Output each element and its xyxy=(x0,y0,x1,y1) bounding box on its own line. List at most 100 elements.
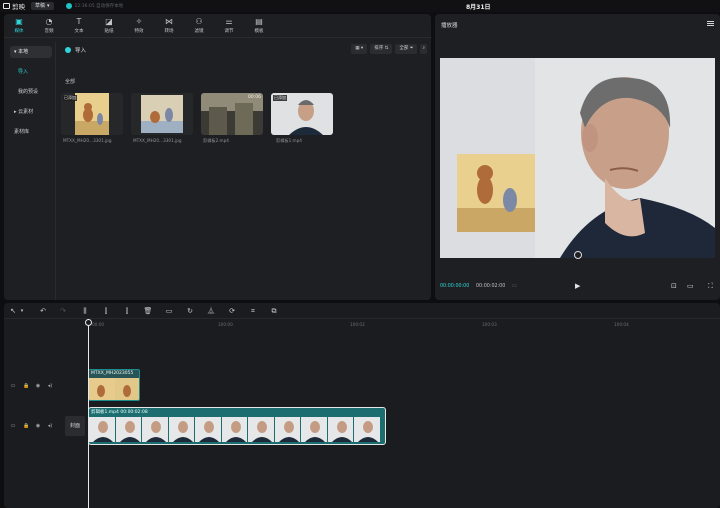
tab-effects[interactable]: ✧ 特效 xyxy=(124,14,154,38)
ratio-icon[interactable]: ▭ xyxy=(687,282,694,290)
sidebar-item-local[interactable]: ▾ 本地 xyxy=(10,46,52,58)
media-toolbar: ▦ ▾ 排序 ⇅ 全部 ⏷ ⌕ xyxy=(351,44,427,54)
tab-sticker-label: 贴纸 xyxy=(104,29,114,34)
tab-media[interactable]: ▣ 媒体 xyxy=(4,14,34,38)
ruler-tick: 00:00 xyxy=(92,322,105,327)
sidebar-item-import[interactable]: 导入 xyxy=(10,66,52,78)
media-item-name: 剪辑板2.mp4 xyxy=(203,138,229,143)
sidebar-item-presets[interactable]: 我的预设 xyxy=(10,86,52,98)
screenshot-icon[interactable]: ⧉ xyxy=(269,306,279,316)
cover-button[interactable]: 封面 xyxy=(65,416,85,436)
lock-icon[interactable]: 🔒 xyxy=(23,383,29,389)
sort-button[interactable]: 排序 ⇅ xyxy=(370,44,393,54)
reverse-icon[interactable]: ↻ xyxy=(185,306,195,316)
media-item[interactable]: 已添加 xyxy=(271,93,333,135)
mirror-icon[interactable]: ⏅ xyxy=(206,306,216,316)
video-clip[interactable]: 剪辑板1.mp4 00:00:02:08 xyxy=(88,407,386,445)
tab-audio[interactable]: ◔ 音频 xyxy=(34,14,64,38)
transition-icon: ⋈ xyxy=(165,17,173,26)
capcut-logo-icon xyxy=(3,3,10,9)
ruler-tick: 100:02 xyxy=(350,322,365,327)
filter-button[interactable]: 全部 ⏷ xyxy=(395,44,418,54)
track-toggle-icon[interactable]: ▭ xyxy=(10,423,16,429)
total-time: 00:00:02:00 xyxy=(476,284,506,289)
tab-audio-label: 音频 xyxy=(44,29,54,34)
tab-adjust[interactable]: ⚌ 调节 xyxy=(214,14,244,38)
media-item[interactable]: 00:06 xyxy=(201,93,263,135)
filter-label: 全部 xyxy=(399,46,409,51)
tab-text[interactable]: T 文本 xyxy=(64,14,94,38)
lock-icon[interactable]: 🔒 xyxy=(23,423,29,429)
media-item[interactable] xyxy=(131,93,193,135)
tab-template-label: 模板 xyxy=(254,29,264,34)
delete-icon[interactable]: 🗑 xyxy=(143,306,153,316)
save-status: 12:36:05 自动保存本地 xyxy=(65,3,124,9)
eye-icon[interactable]: ◉ xyxy=(35,383,41,389)
tab-filter[interactable]: ⚇ 滤镜 xyxy=(184,14,214,38)
mute-icon[interactable]: ◂) xyxy=(47,423,53,429)
image-clip[interactable]: MTXX_MH2023055 xyxy=(88,369,140,401)
tab-transition[interactable]: ⋈ 转场 xyxy=(154,14,184,38)
film-frame xyxy=(274,417,301,442)
template-icon: ▤ xyxy=(255,17,263,26)
ruler-tick: 100:03 xyxy=(482,322,497,327)
sort-icon: ⇅ xyxy=(384,46,389,51)
media-item[interactable]: 已添加 xyxy=(61,93,123,135)
redo-icon[interactable]: ↷ xyxy=(58,306,68,316)
player-title: 播放器 xyxy=(441,23,458,29)
timeline-mode-icon[interactable]: ▭ xyxy=(512,284,517,289)
freeze-frame-icon[interactable]: ▭ xyxy=(164,306,174,316)
sidebar-item-cloud[interactable]: ▸ 云素材 xyxy=(10,106,52,118)
split-right-icon[interactable]: ⫿ xyxy=(122,306,132,316)
search-icon: ⌕ xyxy=(422,46,425,51)
track-toggle-icon[interactable]: ▭ xyxy=(10,383,16,389)
time-ruler[interactable]: 00:00 100:00 100:02 100:03 100:04 xyxy=(4,319,720,329)
sidebar-item-library[interactable]: 素材库 xyxy=(10,126,52,138)
project-date-title: 8月31日 xyxy=(466,4,491,11)
text-icon: T xyxy=(76,17,82,26)
eye-icon[interactable]: ◉ xyxy=(35,423,41,429)
import-icon xyxy=(65,47,71,53)
split-left-icon[interactable]: ⫿ xyxy=(101,306,111,316)
playhead[interactable] xyxy=(88,319,89,508)
fullscreen-icon[interactable]: ⛶ xyxy=(708,282,713,291)
cloud-save-icon xyxy=(65,3,72,9)
import-button[interactable]: 导入 xyxy=(65,46,86,54)
adjust-icon: ⚌ xyxy=(225,17,233,26)
import-label: 导入 xyxy=(75,48,87,54)
draft-menu-button[interactable]: 草稿 ▾ xyxy=(31,2,54,10)
playhead-handle[interactable] xyxy=(85,319,92,326)
media-item-name: 剪辑板1.mp4 xyxy=(276,138,302,143)
tab-media-label: 媒体 xyxy=(14,29,24,34)
timeline-panel: ↖ ▾ ↶ ↷ ⫼ ⫿ ⫿ 🗑 ▭ ↻ ⏅ ⟳ ⌗ ⧉ 00:00 100:00… xyxy=(4,303,720,508)
added-badge: 已添加 xyxy=(63,95,77,101)
split-icon[interactable]: ⫼ xyxy=(80,306,90,316)
play-icon[interactable]: ▶ xyxy=(575,282,580,290)
ruler-tick: 100:04 xyxy=(614,322,629,327)
crop-icon[interactable]: ⌗ xyxy=(248,306,258,316)
ruler-tick: 100:00 xyxy=(218,322,233,327)
film-frame xyxy=(89,417,116,442)
tab-template[interactable]: ▤ 模板 xyxy=(244,14,274,38)
tab-sticker[interactable]: ◪ 贴纸 xyxy=(94,14,124,38)
duration-badge: 00:06 xyxy=(248,95,261,100)
rotate-icon[interactable]: ⟳ xyxy=(227,306,237,316)
grid-icon: ▦ ▾ xyxy=(355,46,364,51)
menu-icon[interactable] xyxy=(707,21,714,26)
search-button[interactable]: ⌕ xyxy=(420,44,427,54)
clip-label: MTXX_MH2023055 xyxy=(91,371,134,376)
current-time: 00:00:00:00 xyxy=(440,284,470,289)
view-mode-button[interactable]: ▦ ▾ xyxy=(351,44,368,54)
undo-icon[interactable]: ↶ xyxy=(38,306,48,316)
preview-canvas[interactable] xyxy=(440,58,715,258)
film-frame xyxy=(195,417,222,442)
funnel-icon: ⏷ xyxy=(409,46,414,51)
fit-screen-icon[interactable]: ⊡ xyxy=(671,282,677,290)
film-frame xyxy=(168,417,195,442)
section-label-all: 全部 xyxy=(65,79,76,85)
tab-adjust-label: 调节 xyxy=(224,29,234,34)
save-status-text: 12:36:05 自动保存本地 xyxy=(74,4,124,9)
mute-icon[interactable]: ◂) xyxy=(47,383,53,389)
chevron-down-icon[interactable]: ▾ xyxy=(17,306,27,316)
rotate-handle-icon[interactable] xyxy=(574,251,582,259)
